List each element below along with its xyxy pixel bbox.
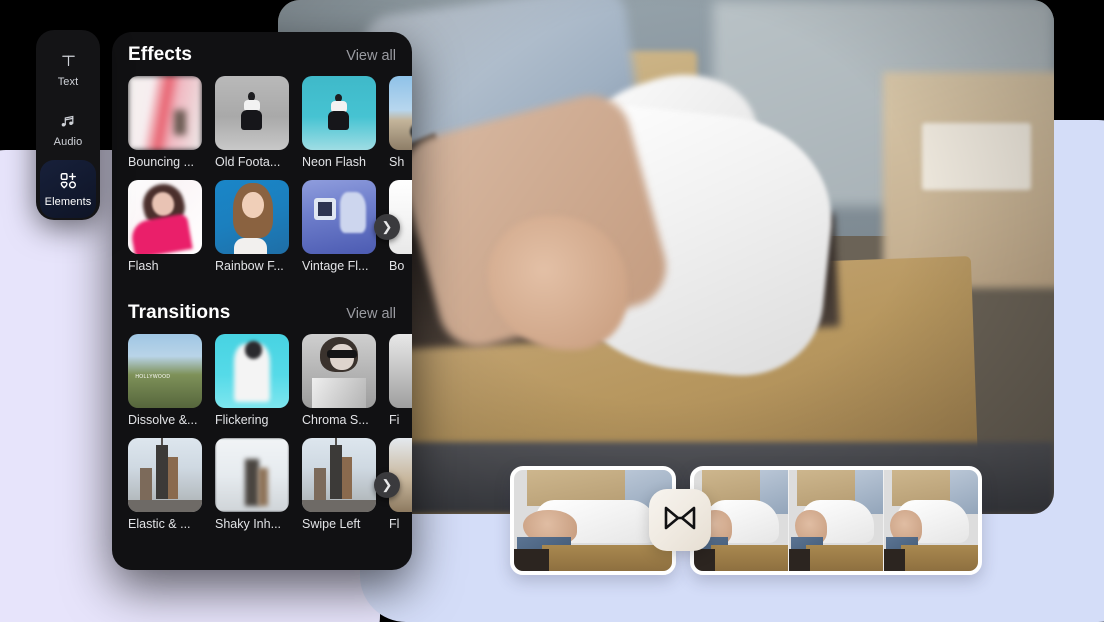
effect-thumbnail <box>215 180 289 254</box>
transition-card[interactable]: Elastic & ... <box>128 438 202 531</box>
transition-card[interactable]: Chroma S... <box>302 334 376 427</box>
view-all-transitions[interactable]: View all <box>346 306 396 322</box>
transition-label: Fi <box>389 413 400 427</box>
tool-rail: Text Audio Elements <box>36 30 100 220</box>
effects-panel: Effects View all Bouncing ... Old Foota.… <box>112 32 412 570</box>
sidebar-item-label: Audio <box>53 135 83 148</box>
music-note-icon <box>59 111 77 131</box>
transitions-row-1: Dissolve &... Flickering Chroma S... Fi <box>128 334 412 427</box>
transition-thumbnail <box>302 438 376 512</box>
clip-frame <box>884 470 978 571</box>
transitions-row-2: Elastic & ... Shaky Inh... Swipe Left Fl <box>128 438 412 531</box>
sidebar-item-text[interactable]: Text <box>40 40 96 98</box>
effect-card[interactable]: Neon Flash <box>302 76 376 169</box>
effect-label: Bo <box>389 259 405 273</box>
effects-row-1: Bouncing ... Old Foota... Neon Flash Sh <box>128 76 412 169</box>
transition-card[interactable]: Fi <box>389 334 412 427</box>
chevron-right-icon-effects[interactable]: ❯ <box>374 214 400 240</box>
effect-thumbnail <box>302 180 376 254</box>
transition-thumbnail <box>302 334 376 408</box>
effect-thumbnail <box>302 76 376 150</box>
section-header-effects: Effects View all <box>112 32 412 76</box>
effect-thumbnail <box>389 76 412 150</box>
transition-label: Shaky Inh... <box>215 517 282 531</box>
transition-badge[interactable] <box>649 489 711 551</box>
sidebar-item-label: Text <box>57 75 79 88</box>
transition-label: Dissolve &... <box>128 413 198 427</box>
effect-label: Vintage Fl... <box>302 259 369 273</box>
effect-card[interactable]: Bouncing ... <box>128 76 202 169</box>
sidebar-item-label: Elements <box>44 195 92 208</box>
transition-card[interactable]: Shaky Inh... <box>215 438 289 531</box>
effect-label: Flash <box>128 259 159 273</box>
transition-thumbnail <box>128 334 202 408</box>
section-header-transitions: Transitions View all <box>112 284 412 334</box>
effect-label: Bouncing ... <box>128 155 195 169</box>
transition-label: Swipe Left <box>302 517 361 531</box>
clip-frames <box>694 470 978 571</box>
sidebar-item-elements[interactable]: Elements <box>40 160 96 218</box>
effect-label: Old Foota... <box>215 155 281 169</box>
effects-grid: Bouncing ... Old Foota... Neon Flash Sh … <box>112 76 412 273</box>
app-root: Text Audio Elements Effects View all Bou… <box>0 0 1104 622</box>
effect-thumbnail <box>215 76 289 150</box>
transition-thumbnail <box>215 334 289 408</box>
transition-label: Elastic & ... <box>128 517 191 531</box>
transition-thumbnail <box>215 438 289 512</box>
view-all-effects[interactable]: View all <box>346 48 396 64</box>
effect-label: Neon Flash <box>302 155 366 169</box>
section-title: Effects <box>128 44 193 65</box>
transition-label: Fl <box>389 517 400 531</box>
transition-card[interactable]: Dissolve &... <box>128 334 202 427</box>
transition-bowtie-icon <box>663 504 697 537</box>
effect-card[interactable]: Vintage Fl... <box>302 180 376 273</box>
effect-label: Rainbow F... <box>215 259 284 273</box>
effects-row-2: Flash Rainbow F... Vintage Fl... Bo <box>128 180 412 273</box>
effect-thumbnail <box>128 76 202 150</box>
transition-card[interactable]: Flickering <box>215 334 289 427</box>
transition-card[interactable]: Swipe Left <box>302 438 376 531</box>
chevron-right-icon-transitions[interactable]: ❯ <box>374 472 400 498</box>
transitions-grid: Dissolve &... Flickering Chroma S... Fi … <box>112 334 412 531</box>
section-title: Transitions <box>128 302 231 323</box>
transition-label: Flickering <box>215 413 269 427</box>
clip-frame <box>789 470 884 571</box>
effect-card[interactable]: Flash <box>128 180 202 273</box>
effect-label: Sh <box>389 155 405 169</box>
transition-thumbnail <box>389 334 412 408</box>
effect-thumbnail <box>128 180 202 254</box>
transition-thumbnail <box>128 438 202 512</box>
sidebar-item-audio[interactable]: Audio <box>40 100 96 158</box>
timeline-clip-b[interactable] <box>690 466 982 575</box>
effect-card[interactable]: Old Foota... <box>215 76 289 169</box>
elements-grid-icon <box>59 171 78 191</box>
effect-card[interactable]: Sh <box>389 76 412 169</box>
transition-label: Chroma S... <box>302 413 369 427</box>
text-icon <box>60 51 77 71</box>
effect-card[interactable]: Rainbow F... <box>215 180 289 273</box>
